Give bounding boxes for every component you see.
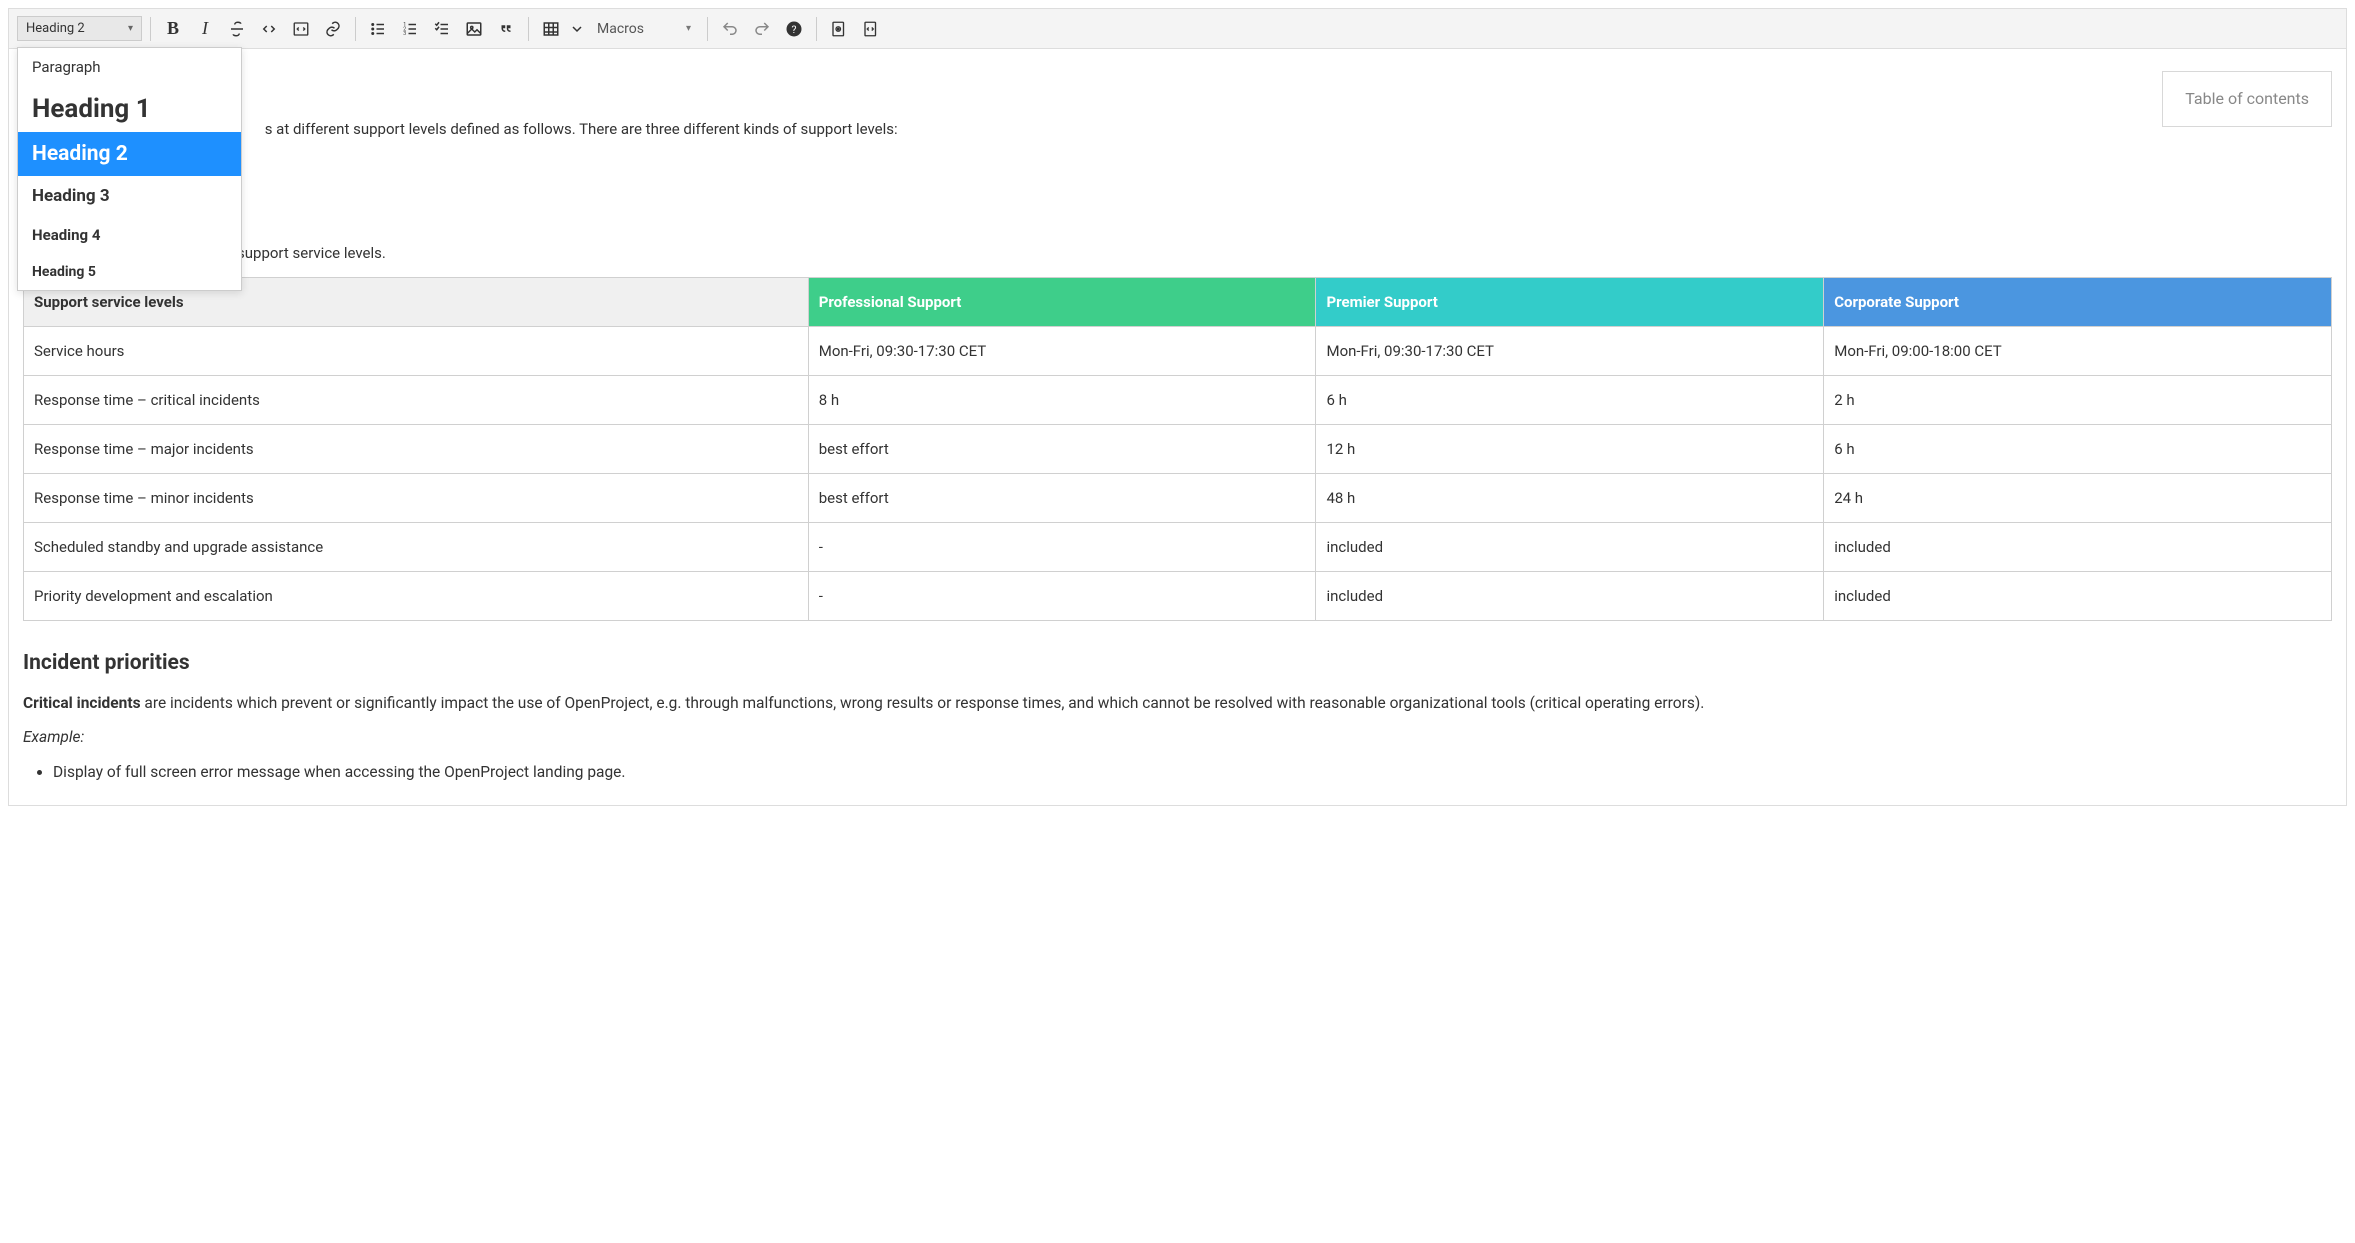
toolbar-separator [816, 17, 817, 41]
table-cell[interactable]: Mon-Fri, 09:30-17:30 CET [808, 327, 1316, 376]
bullet-list-button[interactable] [364, 15, 392, 43]
table-cell[interactable]: Response time – critical incidents [24, 376, 809, 425]
link-button[interactable] [319, 15, 347, 43]
format-option-heading-2[interactable]: Heading 2 [18, 132, 241, 176]
toolbar-separator [355, 17, 356, 41]
table-row: Response time – minor incidentsbest effo… [24, 474, 2332, 523]
example-label: Example: [23, 725, 2332, 750]
toolbar-separator [150, 17, 151, 41]
macros-label: Macros [597, 21, 644, 37]
table-cell[interactable]: included [1316, 572, 1824, 621]
table-cell[interactable]: Response time – minor incidents [24, 474, 809, 523]
table-cell[interactable]: included [1824, 523, 2332, 572]
table-cell[interactable]: 8 h [808, 376, 1316, 425]
image-button[interactable] [460, 15, 488, 43]
editor-content[interactable]: Table of contents OpenProject provides s… [9, 49, 2346, 805]
table-cell[interactable]: Service hours [24, 327, 809, 376]
task-list-button[interactable] [428, 15, 456, 43]
table-row: Scheduled standby and upgrade assistance… [24, 523, 2332, 572]
table-row: Priority development and escalation-incl… [24, 572, 2332, 621]
help-button[interactable]: ? [780, 15, 808, 43]
table-cell[interactable]: Mon-Fri, 09:00-18:00 CET [1824, 327, 2332, 376]
format-option-heading-5[interactable]: Heading 5 [18, 254, 241, 290]
table-header-row: Support service levels Professional Supp… [24, 278, 2332, 327]
preview-button[interactable] [825, 15, 853, 43]
table-caption: The table specifies the different suppor… [23, 241, 2332, 265]
format-option-heading-1[interactable]: Heading 1 [18, 86, 241, 132]
svg-text:3: 3 [403, 31, 406, 37]
format-dropdown-menu: Paragraph Heading 1 Heading 2 Heading 3 … [17, 47, 242, 291]
table-button[interactable] [537, 15, 565, 43]
toolbar-separator [528, 17, 529, 41]
numbered-list-button[interactable]: 123 [396, 15, 424, 43]
list-item: Display of full screen error message whe… [53, 760, 2332, 785]
macros-dropdown[interactable]: Macros ▾ [589, 17, 699, 41]
undo-button[interactable] [716, 15, 744, 43]
toc-label: Table of contents [2185, 89, 2309, 108]
italic-button[interactable]: I [191, 15, 219, 43]
table-cell[interactable]: - [808, 523, 1316, 572]
table-cell[interactable]: 48 h [1316, 474, 1824, 523]
table-header-corporate[interactable]: Corporate Support [1824, 278, 2332, 327]
chevron-down-icon: ▾ [128, 23, 133, 34]
table-cell[interactable]: 6 h [1824, 425, 2332, 474]
table-cell[interactable]: Scheduled standby and upgrade assistance [24, 523, 809, 572]
table-cell[interactable]: included [1824, 572, 2332, 621]
intro-paragraph: OpenProject provides support servics at … [23, 117, 2332, 141]
editor-toolbar: Heading 2 ▾ B I 123 [9, 9, 2346, 49]
table-cell[interactable]: 12 h [1316, 425, 1824, 474]
table-cell[interactable]: best effort [808, 474, 1316, 523]
table-cell[interactable]: included [1316, 523, 1824, 572]
support-levels-table: Support service levels Professional Supp… [23, 277, 2332, 621]
table-header-premier[interactable]: Premier Support [1316, 278, 1824, 327]
table-header-professional[interactable]: Professional Support [808, 278, 1316, 327]
format-dropdown-trigger[interactable]: Heading 2 ▾ [17, 16, 142, 41]
strikethrough-button[interactable] [223, 15, 251, 43]
table-cell[interactable]: 24 h [1824, 474, 2332, 523]
format-option-heading-4[interactable]: Heading 4 [18, 216, 241, 254]
format-option-heading-3[interactable]: Heading 3 [18, 176, 241, 216]
table-dropdown-button[interactable] [569, 15, 585, 43]
editor-container: Heading 2 ▾ B I 123 [8, 8, 2347, 806]
toolbar-separator [707, 17, 708, 41]
blockquote-button[interactable] [492, 15, 520, 43]
chevron-down-icon: ▾ [686, 23, 691, 34]
format-option-paragraph[interactable]: Paragraph [18, 48, 241, 86]
table-cell[interactable]: best effort [808, 425, 1316, 474]
table-row: Service hoursMon-Fri, 09:30-17:30 CETMon… [24, 327, 2332, 376]
table-cell[interactable]: Response time – major incidents [24, 425, 809, 474]
table-cell[interactable]: - [808, 572, 1316, 621]
table-cell[interactable]: Mon-Fri, 09:30-17:30 CET [1316, 327, 1824, 376]
inline-code-button[interactable] [255, 15, 283, 43]
redo-button[interactable] [748, 15, 776, 43]
example-list: Display of full screen error message whe… [23, 760, 2332, 785]
format-selected-label: Heading 2 [26, 21, 85, 36]
critical-incidents-bold: Critical incidents [23, 694, 141, 712]
table-row: Response time – critical incidents8 h6 h… [24, 376, 2332, 425]
table-of-contents-widget[interactable]: Table of contents [2162, 71, 2332, 127]
source-button[interactable] [857, 15, 885, 43]
code-block-button[interactable] [287, 15, 315, 43]
table-row: Response time – major incidentsbest effo… [24, 425, 2332, 474]
bold-button[interactable]: B [159, 15, 187, 43]
svg-text:?: ? [792, 22, 797, 35]
table-cell[interactable]: Priority development and escalation [24, 572, 809, 621]
critical-incidents-paragraph: Critical incidents are incidents which p… [23, 691, 2332, 716]
heading-incident-priorities[interactable]: Incident priorities [23, 647, 2332, 681]
table-cell[interactable]: 6 h [1316, 376, 1824, 425]
table-cell[interactable]: 2 h [1824, 376, 2332, 425]
